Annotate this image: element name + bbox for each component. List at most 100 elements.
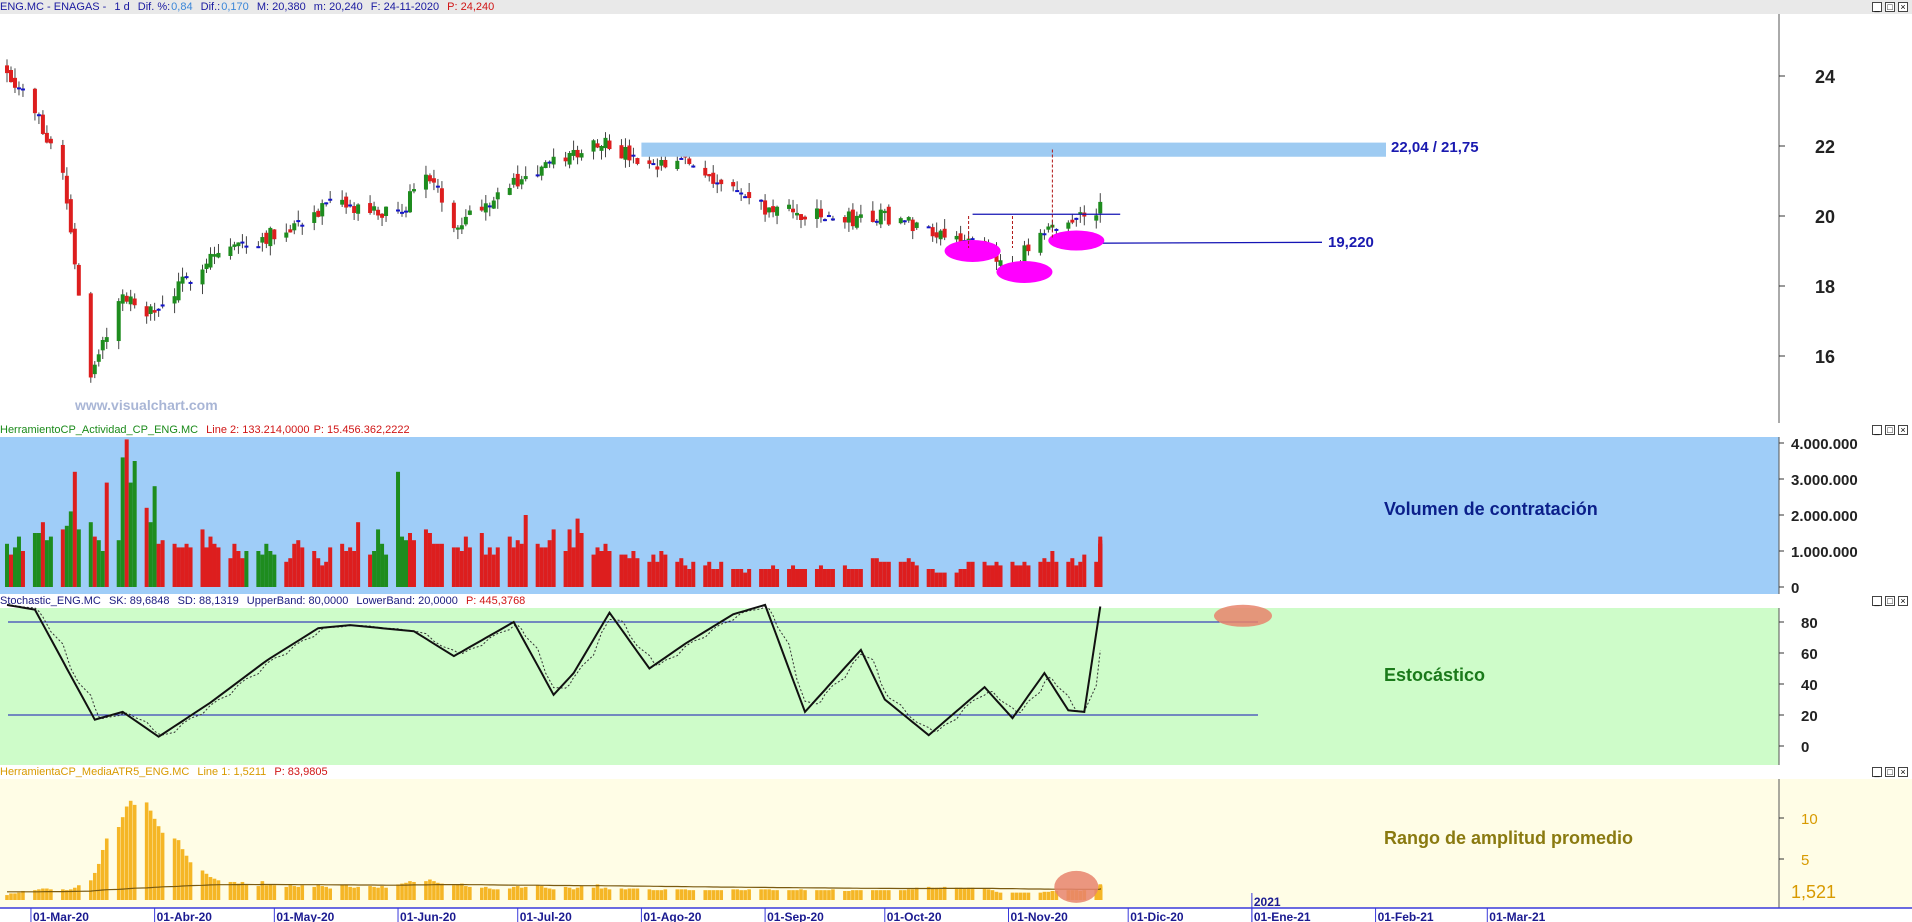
volume-bar xyxy=(567,529,572,587)
volume-bar xyxy=(850,569,855,587)
price-candle xyxy=(787,204,792,209)
atr-bar xyxy=(92,872,97,900)
volume-bar xyxy=(228,558,233,587)
volume-bar xyxy=(870,558,875,587)
volume-bar xyxy=(288,558,293,587)
atr-bar xyxy=(144,802,149,900)
price-candle xyxy=(5,65,9,74)
volume-bar xyxy=(579,533,584,587)
atr-bar xyxy=(962,888,967,900)
volume-bar xyxy=(1054,561,1059,587)
price-candle xyxy=(563,157,568,162)
price-candle xyxy=(20,88,25,91)
price-candle xyxy=(156,308,161,311)
volume-bar xyxy=(36,533,41,587)
price-candle xyxy=(44,132,49,143)
atr-bar xyxy=(819,890,823,900)
atr-bar xyxy=(547,888,552,900)
atr-bar xyxy=(296,886,301,900)
price-candle xyxy=(300,224,305,227)
price-candle xyxy=(320,203,325,217)
atr-bar xyxy=(41,888,45,900)
stochastic-scale-bg xyxy=(1779,608,1912,765)
x-axis-label: 01-Sep-20 xyxy=(767,910,824,922)
stochastic-chart[interactable]: 80 60 40 20 0 xyxy=(0,594,1912,765)
volume-bar xyxy=(316,558,321,587)
price-candle xyxy=(926,226,931,229)
atr-current-value: 1,521 xyxy=(1791,882,1837,903)
atr-bar xyxy=(930,887,935,900)
price-y-tick-label: 18 xyxy=(1815,277,1835,297)
price-candle xyxy=(380,213,385,218)
price-candle xyxy=(759,199,764,202)
x-axis-label: 01-Jul-20 xyxy=(520,910,572,922)
price-candle xyxy=(232,244,237,247)
x-axis-label: 01-Ago-20 xyxy=(643,910,701,922)
price-candle xyxy=(244,245,249,248)
price-candle xyxy=(651,163,656,166)
price-candle xyxy=(487,205,492,208)
atr-bar xyxy=(986,889,991,900)
price-candle xyxy=(575,149,580,158)
volume-panel: HerramientoCP_Actividad_CP_ENG.MC Line 2… xyxy=(0,423,1912,594)
volume-bar xyxy=(731,569,736,587)
price-candle xyxy=(595,143,600,148)
price-candle xyxy=(675,160,680,170)
volume-bar xyxy=(691,561,696,587)
price-candle xyxy=(36,114,41,117)
price-candle xyxy=(312,212,317,223)
atr-bar xyxy=(851,890,855,900)
volume-bar xyxy=(48,536,53,587)
price-candle xyxy=(914,222,919,228)
atr-bar xyxy=(440,883,444,900)
volume-bar xyxy=(1018,565,1023,587)
price-candle xyxy=(767,207,772,213)
atr-bar xyxy=(1026,892,1031,900)
atr-bar xyxy=(603,887,608,900)
price-candle xyxy=(68,199,73,233)
atr-bar xyxy=(763,889,767,900)
price-candle xyxy=(479,206,484,211)
atr-bar xyxy=(272,885,277,900)
volume-bar xyxy=(603,543,608,587)
price-candle xyxy=(631,154,636,157)
atr-bar xyxy=(464,886,468,900)
volume-bar xyxy=(775,569,780,587)
price-candle xyxy=(60,144,65,173)
atr-bar xyxy=(344,884,348,900)
atr-bar xyxy=(61,889,65,900)
volume-bar xyxy=(12,547,17,587)
atr-panel-title: Rango de amplitud promedio xyxy=(1384,828,1634,848)
atr-bar xyxy=(879,890,883,900)
atr-bar xyxy=(396,884,400,900)
atr-bar xyxy=(1022,892,1027,900)
volume-bar xyxy=(994,561,999,587)
price-candle xyxy=(886,206,891,225)
price-candle xyxy=(384,206,389,216)
price-candle xyxy=(539,166,544,176)
atr-bar xyxy=(571,889,576,900)
price-candle xyxy=(463,216,468,225)
atr-bar xyxy=(400,883,404,900)
atr-bar xyxy=(208,877,213,900)
volume-bar xyxy=(966,561,971,587)
atr-bar xyxy=(635,888,640,900)
volume-bar xyxy=(1038,561,1043,587)
atr-bar xyxy=(432,881,436,900)
stochastic-y-tick-label: 20 xyxy=(1801,708,1818,725)
price-candle xyxy=(791,208,796,213)
volume-bar xyxy=(635,558,640,587)
resistance-band xyxy=(641,142,1386,157)
stochastic-panel-title: Estocástico xyxy=(1384,665,1486,685)
volume-bar xyxy=(5,543,9,587)
atr-bar xyxy=(484,886,488,900)
price-chart[interactable]: 24 22 20 18 16 22,04 / 21,75 19,220 xyxy=(0,0,1912,423)
price-candle xyxy=(1074,217,1079,220)
volume-bar xyxy=(352,551,357,587)
volume-bar xyxy=(407,533,412,587)
price-candle xyxy=(1026,244,1031,252)
volume-bar xyxy=(771,565,776,587)
volume-bar xyxy=(747,569,752,587)
atr-bar xyxy=(507,888,512,900)
volume-chart[interactable]: 4.000.000 3.000.000 2.000.000 1.000.000 0 xyxy=(0,423,1912,594)
